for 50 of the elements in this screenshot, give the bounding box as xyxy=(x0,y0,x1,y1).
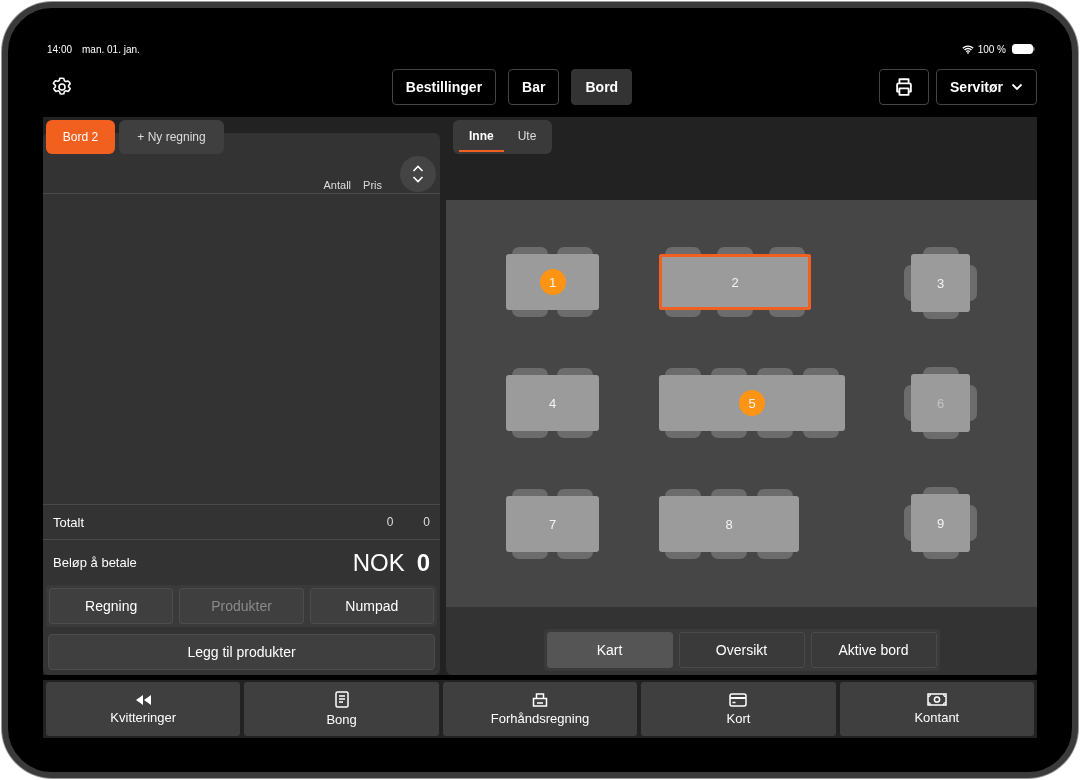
currency: NOK xyxy=(352,548,405,577)
table-number: 8 xyxy=(725,516,733,532)
chevron-up-down-icon xyxy=(412,164,424,184)
card-icon xyxy=(729,692,748,707)
view-tab[interactable]: Oversikt xyxy=(678,632,805,668)
settings-icon[interactable] xyxy=(51,76,73,98)
nav-tab[interactable]: Bestillinger xyxy=(391,69,497,105)
view-tab[interactable]: Kart xyxy=(546,632,673,668)
receipt-icon xyxy=(334,691,349,708)
print-button[interactable] xyxy=(879,69,929,105)
bill-tab[interactable]: + Ny regning xyxy=(119,120,224,154)
scroll-button[interactable] xyxy=(400,156,436,192)
cash-icon xyxy=(926,693,947,706)
total-price: 0 xyxy=(423,515,430,529)
action-button[interactable]: Kvitteringer xyxy=(46,682,241,736)
action-button[interactable]: Kort xyxy=(641,682,836,736)
occupied-badge: 1 xyxy=(539,269,566,295)
wifi-icon xyxy=(961,44,974,54)
table-number: 2 xyxy=(731,274,739,290)
chevron-down-icon xyxy=(1010,83,1023,91)
mode-button[interactable]: Numpad xyxy=(309,588,434,624)
amount-label: Beløp å betale xyxy=(53,555,137,570)
column-header: Antall xyxy=(323,179,352,193)
area-tab[interactable]: Ute xyxy=(507,120,547,154)
status-date: man. 01. jan. xyxy=(82,43,140,55)
add-products-button[interactable]: Legg til produkter xyxy=(48,634,435,670)
table-number: 3 xyxy=(936,275,945,291)
printer-icon xyxy=(893,76,915,98)
table-number: 7 xyxy=(548,516,557,532)
mode-button[interactable]: Regning xyxy=(49,588,174,624)
table-number: 9 xyxy=(936,515,945,531)
occupied-badge: 5 xyxy=(739,390,765,416)
column-header: Pris xyxy=(363,179,382,193)
table-number: 4 xyxy=(548,395,557,411)
total-label: Totalt xyxy=(53,514,85,530)
rewind-icon xyxy=(134,693,153,706)
printer-icon xyxy=(532,692,548,707)
nav-tab[interactable]: Bord xyxy=(571,69,633,105)
action-button[interactable]: Bong xyxy=(244,682,439,736)
action-button[interactable]: Kontant xyxy=(839,682,1035,736)
status-time: 14:00 xyxy=(47,43,73,55)
view-tab[interactable]: Aktive bord xyxy=(810,632,937,668)
amount-value: 0 xyxy=(416,548,430,577)
battery-percent: 100 % xyxy=(977,43,1006,55)
battery-icon xyxy=(1012,44,1035,54)
total-count: 0 xyxy=(386,515,394,529)
waiter-dropdown[interactable]: Servitør xyxy=(936,69,1037,105)
area-tab[interactable]: Inne xyxy=(459,120,504,154)
nav-tab[interactable]: Bar xyxy=(508,69,560,105)
action-button[interactable]: Forhåndsregning xyxy=(442,682,638,736)
